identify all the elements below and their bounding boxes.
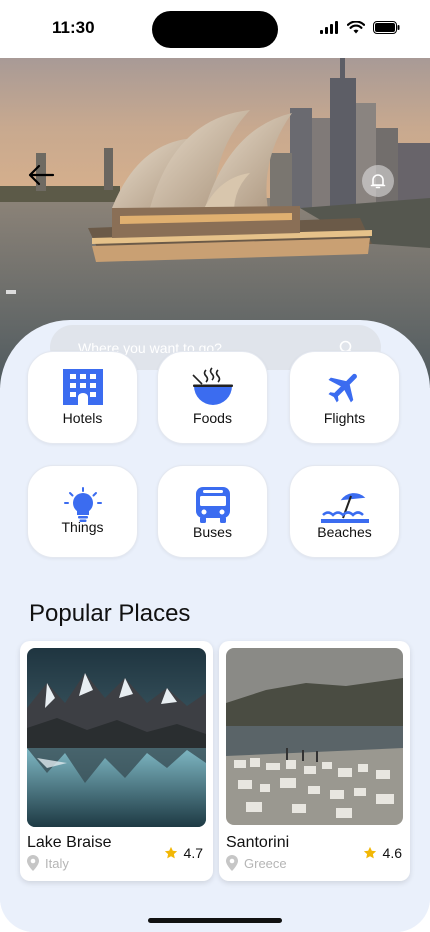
category-label: Buses <box>193 524 232 540</box>
category-foods[interactable]: Foods <box>157 351 268 444</box>
place-rating-value: 4.6 <box>382 845 402 861</box>
category-label: Beaches <box>317 524 372 540</box>
category-hotels[interactable]: Hotels <box>27 351 138 444</box>
location-pin-icon <box>226 855 238 871</box>
status-bar: 11:30 <box>0 0 430 58</box>
popular-places-title: Popular Places <box>29 600 191 627</box>
category-things[interactable]: Things <box>27 465 138 558</box>
airplane-icon <box>328 373 357 403</box>
arrow-left-icon <box>28 164 55 186</box>
app-screen: 11:30 Where you want to go? Hotels Foods… <box>0 0 430 932</box>
category-flights[interactable]: Flights <box>289 351 400 444</box>
place-name: Lake Braise <box>27 834 112 851</box>
category-buses[interactable]: Buses <box>157 465 268 558</box>
coastal-town-illustration <box>226 648 403 825</box>
place-location: Italy <box>27 855 69 871</box>
place-image <box>226 648 403 825</box>
place-rating: 4.7 <box>164 845 203 861</box>
wifi-icon <box>347 21 365 34</box>
bell-icon <box>370 174 386 189</box>
category-label: Things <box>61 519 104 535</box>
place-location-text: Greece <box>244 855 287 871</box>
star-icon <box>363 846 376 859</box>
category-beaches[interactable]: Beaches <box>289 465 400 558</box>
place-card-santorini[interactable]: Santorini Greece 4.6 <box>219 641 410 881</box>
dynamic-island <box>152 11 278 48</box>
hero-image <box>0 58 430 388</box>
status-icons <box>320 21 400 34</box>
place-image <box>27 648 206 827</box>
place-name: Santorini <box>226 834 290 851</box>
category-label: Flights <box>323 410 366 426</box>
back-button[interactable] <box>24 158 58 192</box>
battery-icon <box>373 21 400 34</box>
place-card-lake-braise[interactable]: Lake Braise Italy 4.7 <box>20 641 213 881</box>
food-bowl-icon <box>191 367 233 405</box>
notification-button[interactable] <box>362 165 394 197</box>
place-rating-value: 4.7 <box>183 845 203 861</box>
beach-umbrella-icon <box>320 493 369 523</box>
category-label: Hotels <box>62 410 103 426</box>
hotel-icon <box>62 369 103 405</box>
place-location: Greece <box>226 855 287 871</box>
place-location-text: Italy <box>45 855 69 871</box>
status-time: 11:30 <box>52 18 95 37</box>
location-pin-icon <box>27 855 39 871</box>
home-indicator[interactable] <box>148 918 282 923</box>
mountain-lake-illustration <box>27 648 206 827</box>
place-rating: 4.6 <box>363 845 402 861</box>
star-icon <box>164 846 177 859</box>
lightbulb-icon <box>63 487 102 522</box>
cellular-signal-icon <box>320 21 338 34</box>
category-label: Foods <box>193 410 232 426</box>
bus-icon <box>195 487 230 523</box>
